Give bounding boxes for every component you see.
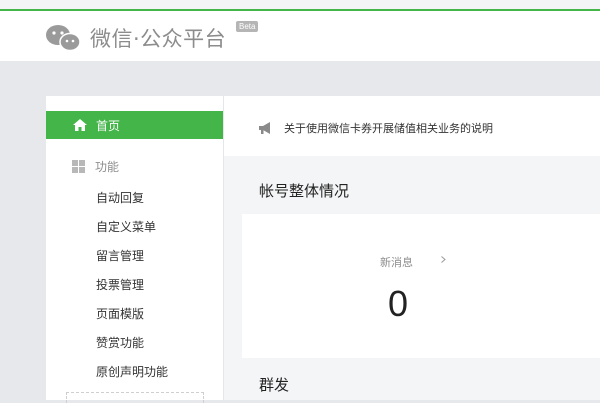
account-overview-header: 帐号整体情况: [242, 168, 600, 214]
sidebar-item-comments[interactable]: 留言管理: [96, 242, 168, 271]
header: 微信·公众平台 Beta: [0, 11, 600, 61]
sidebar: 首页 功能 自动回复 自定义菜单 留言管理 投票管理 页面模版 赞赏功能 原创声…: [46, 96, 224, 403]
megaphone-icon: [259, 122, 270, 134]
sidebar-group-label: 功能: [95, 160, 120, 174]
account-stats-panel: 新消息 0: [242, 214, 600, 358]
sidebar-item-votes[interactable]: 投票管理: [96, 271, 168, 300]
sidebar-group-function: 功能: [72, 158, 119, 175]
beta-badge: Beta: [236, 21, 259, 32]
sidebar-item-rewards[interactable]: 赞赏功能: [96, 329, 168, 358]
new-messages-link[interactable]: 新消息: [380, 254, 413, 270]
grid-icon: [72, 160, 85, 173]
sidebar-item-original-declaration[interactable]: 原创声明功能: [96, 358, 168, 387]
top-accent-bar: [0, 0, 600, 11]
sidebar-item-home[interactable]: 首页: [46, 111, 223, 139]
sidebar-menu: 自动回复 自定义菜单 留言管理 投票管理 页面模版 赞赏功能 原创声明功能: [96, 184, 168, 387]
sidebar-item-custom-menu[interactable]: 自定义菜单: [96, 213, 168, 242]
home-icon: [73, 119, 87, 131]
chevron-right-icon[interactable]: [440, 256, 447, 263]
main-content: 关于使用微信卡券开展储值相关业务的说明 帐号整体情况 新消息 0 群发: [224, 96, 600, 400]
sidebar-item-page-templates[interactable]: 页面模版: [96, 300, 168, 329]
notice-link[interactable]: 关于使用微信卡券开展储值相关业务的说明: [284, 120, 493, 136]
new-messages-count: 0: [388, 283, 409, 324]
sidebar-item-home-label: 首页: [96, 118, 121, 133]
wechat-logo-icon[interactable]: [44, 23, 84, 53]
sidebar-item-auto-reply[interactable]: 自动回复: [96, 184, 168, 213]
account-overview-title: 帐号整体情况: [259, 182, 350, 200]
mass-send-header: 群发: [242, 360, 600, 400]
mass-send-title: 群发: [259, 376, 290, 394]
add-plugin-placeholder[interactable]: [66, 392, 204, 403]
brand-title[interactable]: 微信·公众平台: [90, 23, 226, 53]
notice-bar: 关于使用微信卡券开展储值相关业务的说明: [224, 96, 600, 156]
